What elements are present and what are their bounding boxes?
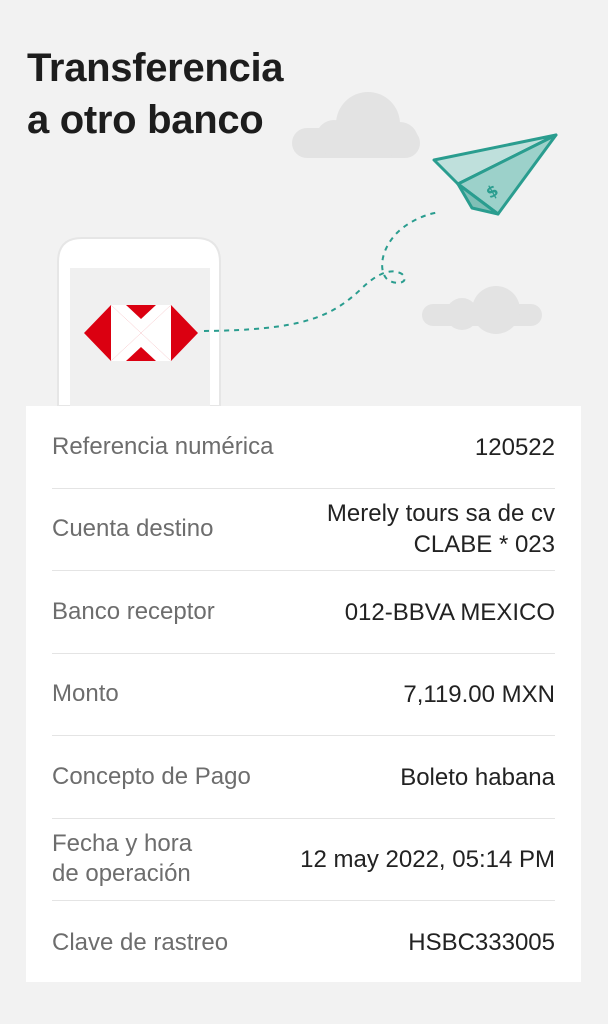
detail-row-reference: Referencia numérica 120522 — [52, 406, 555, 489]
detail-value: 7,119.00 MXN — [403, 680, 555, 708]
page-title-line-1: Transferencia — [27, 46, 284, 90]
detail-label: Monto — [52, 680, 119, 707]
flight-path-line — [203, 211, 441, 332]
detail-label: Clave de rastreo — [52, 928, 229, 956]
detail-value: Boleto habana — [400, 763, 555, 791]
page-title: Transferencia a otro banco — [27, 42, 284, 146]
detail-label: Cuenta destino — [52, 515, 214, 542]
paper-plane-icon: $ — [432, 133, 558, 216]
cloud-icon — [292, 92, 420, 158]
page-title-line-2: a otro banco — [27, 98, 264, 142]
detail-value: HSBC333005 — [408, 929, 555, 956]
cloud-icon — [422, 286, 542, 334]
detail-row-operation-date: Fecha y hora de operación 12 may 2022, 0… — [52, 818, 555, 901]
hero-banner: $ Transferencia a otro banco — [0, 0, 608, 406]
detail-row-amount: Monto 7,119.00 MXN — [52, 653, 555, 736]
detail-label: Banco receptor — [52, 598, 215, 625]
detail-row-payment-concept: Concepto de Pago Boleto habana — [52, 736, 555, 819]
detail-value: 120522 — [474, 433, 555, 461]
detail-label: Fecha y hora de operación — [52, 830, 193, 887]
transfer-details-card: Referencia numérica 120522 Cuenta destin… — [26, 406, 581, 982]
detail-label: Concepto de Pago — [52, 763, 251, 790]
detail-value: 12 may 2022, 05:14 PM — [300, 845, 555, 873]
detail-row-tracking-key: Clave de rastreo HSBC333005 — [52, 901, 555, 984]
detail-row-receiving-bank: Banco receptor 012-BBVA MEXICO — [52, 571, 555, 654]
detail-value: 012-BBVA MEXICO — [344, 598, 555, 626]
detail-label: Referencia numérica — [52, 433, 274, 460]
detail-value: Merely tours sa de cv CLABE * 023 — [326, 500, 555, 558]
detail-row-destination-account: Cuenta destino Merely tours sa de cv CLA… — [52, 488, 555, 571]
